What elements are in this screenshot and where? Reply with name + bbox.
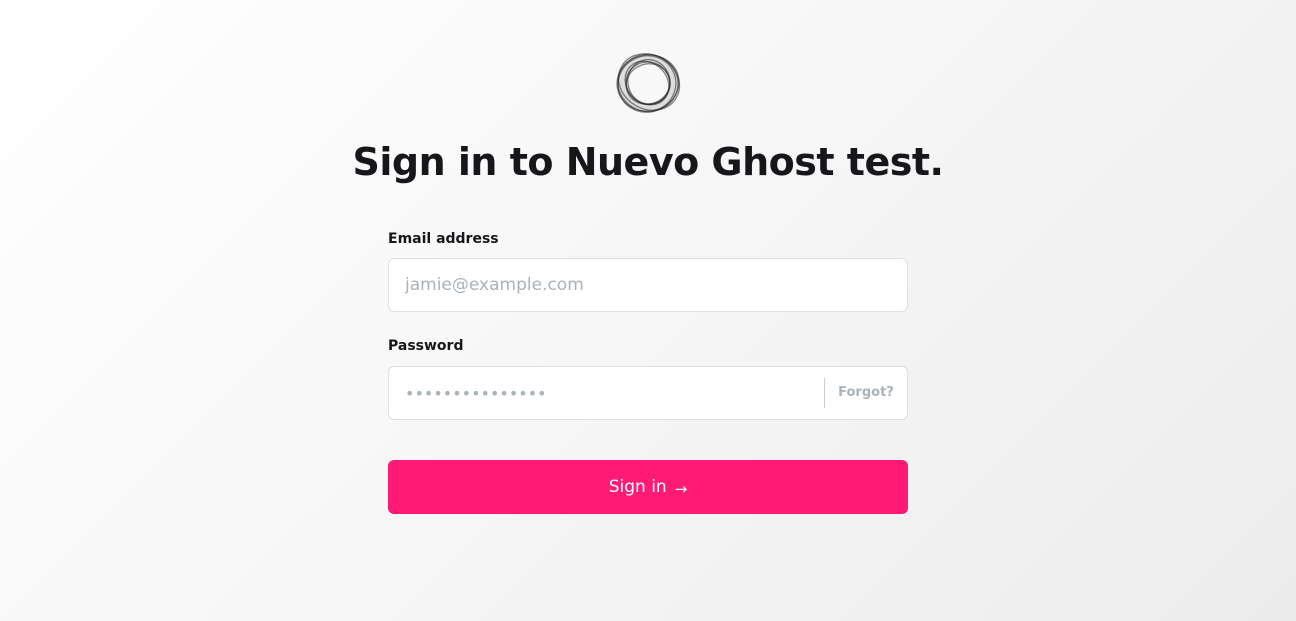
email-group: Email address xyxy=(388,229,908,312)
page-title: Sign in to Nuevo Ghost test. xyxy=(352,140,944,184)
email-label: Email address xyxy=(388,231,499,247)
email-field-container xyxy=(388,258,908,312)
sign-in-button[interactable]: Sign in → xyxy=(388,460,908,514)
arrow-right-icon: → xyxy=(674,480,688,498)
password-input[interactable] xyxy=(389,367,824,419)
sign-in-button-label: Sign in xyxy=(608,477,667,497)
password-field-container: Forgot? xyxy=(388,366,908,420)
email-input[interactable] xyxy=(389,259,907,311)
password-group: Password Forgot? xyxy=(388,336,908,420)
password-label: Password xyxy=(388,338,464,354)
forgot-password-link[interactable]: Forgot? xyxy=(825,367,907,419)
sign-in-form: Email address Password Forgot? Sign in → xyxy=(388,229,908,514)
ghost-ring-logo-icon xyxy=(614,51,682,115)
sign-in-page: Sign in to Nuevo Ghost test. Email addre… xyxy=(0,0,1296,621)
